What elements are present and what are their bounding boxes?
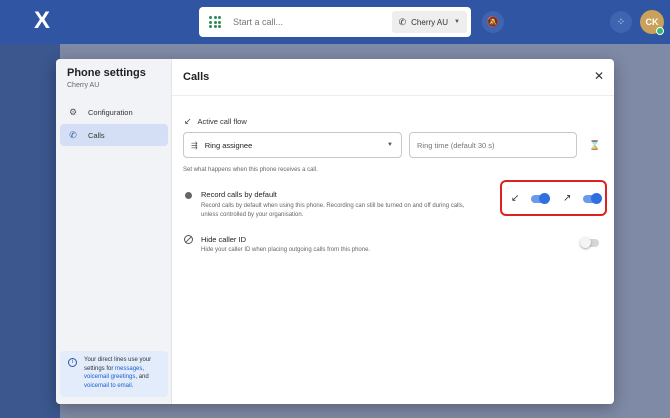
section-label-text: Active call flow [197, 117, 247, 126]
messages-link[interactable]: messages [115, 366, 142, 372]
record-calls-title: Record calls by default [201, 190, 277, 199]
hide-caller-id-description: Hide your caller ID when placing outgoin… [201, 247, 371, 253]
dialpad-icon[interactable] [209, 16, 221, 28]
phone-icon: ✆ [69, 129, 77, 140]
info-comma: , [142, 365, 145, 372]
record-calls-description: Record calls by default when using this … [201, 203, 465, 218]
sidebar-item-configuration[interactable]: ⚙ Configuration [60, 101, 168, 123]
app-logo[interactable]: X [30, 9, 54, 33]
info-box: i Your direct lines use your settings fo… [60, 351, 168, 397]
call-bar[interactable]: Start a call... ✆ Cherry AU ▼ [199, 7, 471, 37]
block-icon [184, 235, 193, 244]
presence-indicator [656, 27, 664, 35]
call-flow-value: Ring assignee [204, 140, 253, 150]
info-and: , and [135, 374, 149, 380]
chevron-down-icon: ▼ [454, 19, 460, 25]
phone-icon: ✆ [398, 16, 407, 27]
voicemail-to-email-link[interactable]: voicemail to email [84, 383, 132, 389]
chevron-down-icon: ▼ [387, 142, 393, 148]
record-toggle-group: ↙ ↗ [500, 180, 607, 216]
page-title: Calls [183, 71, 210, 83]
call-flow-helper: Set what happens when this phone receive… [183, 167, 318, 173]
record-inbound-toggle[interactable] [531, 193, 550, 204]
phone-settings-dialog: Phone settings Cherry AU ⚙ Configuration… [56, 59, 614, 404]
arrow-incoming-icon: ↙ [511, 193, 520, 204]
bell-off-icon[interactable]: 🔕 [482, 11, 504, 33]
background-nav-rail [0, 44, 60, 418]
arrow-incoming-icon: ↙ [184, 116, 192, 126]
gear-icon: ⚙ [68, 106, 78, 117]
call-flow-icon: ⇶ [191, 140, 198, 150]
call-flow-select[interactable]: ⇶ Ring assignee ▼ [183, 132, 402, 158]
line-select[interactable]: ✆ Cherry AU ▼ [391, 11, 467, 33]
sidebar-item-label: Calls [88, 130, 105, 140]
top-bar: X Start a call... ✆ Cherry AU ▼ 🔕 ⁘ CK [0, 0, 670, 44]
sidebar-subtitle: Cherry AU [67, 82, 100, 89]
voicemail-greetings-link[interactable]: voicemail greetings [84, 374, 135, 380]
close-icon[interactable]: ✕ [594, 70, 604, 82]
hourglass-icon[interactable]: ⌛ [589, 140, 600, 151]
arrow-outgoing-icon: ↗ [563, 193, 572, 204]
ring-time-input[interactable] [409, 132, 577, 158]
line-select-label: Cherry AU [411, 17, 449, 27]
info-icon: i [68, 358, 77, 367]
hide-caller-id-title: Hide caller ID [201, 235, 247, 244]
sidebar-title: Phone settings [67, 67, 146, 79]
sidebar-item-label: Configuration [88, 107, 133, 117]
sidebar-item-calls[interactable]: ✆ Calls [60, 124, 168, 146]
record-outbound-toggle[interactable] [583, 193, 602, 204]
dialog-header: Calls ✕ [172, 59, 614, 96]
hide-caller-id-toggle[interactable] [580, 237, 599, 248]
apps-icon[interactable]: ⁘ [610, 11, 632, 33]
info-period: . [131, 382, 134, 389]
start-call-input[interactable]: Start a call... [233, 17, 392, 27]
settings-sidebar: Phone settings Cherry AU ⚙ Configuration… [56, 59, 172, 404]
record-icon [185, 192, 192, 199]
active-call-flow-label: ↙ Active call flow [184, 116, 247, 127]
